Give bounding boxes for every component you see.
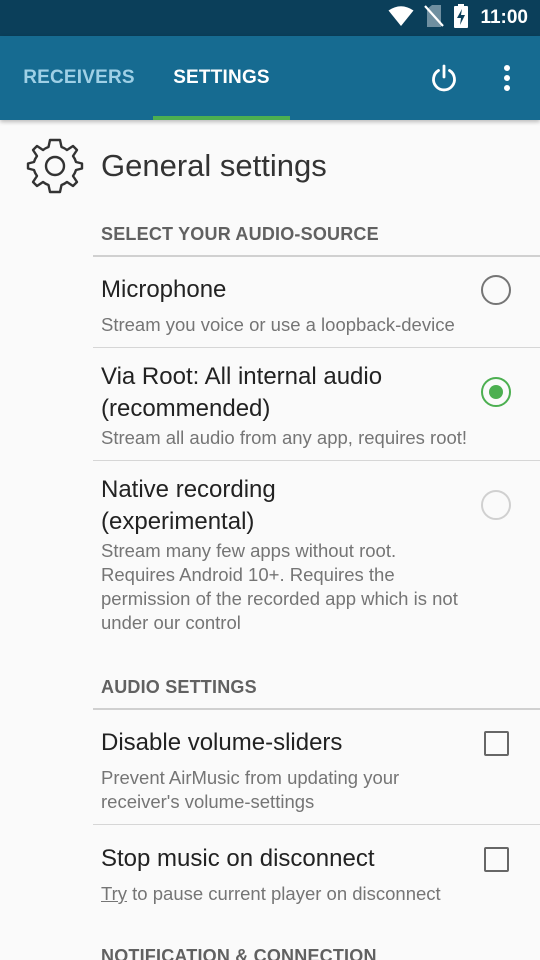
summary-rest: to pause current player on disconnect xyxy=(127,883,441,904)
status-time: 11:00 xyxy=(480,7,528,28)
pref-summary-native-line3: permission of the recorded app which is … xyxy=(101,588,458,609)
pref-summary-disable-volume-line1: Prevent AirMusic from updating your xyxy=(101,767,400,788)
pref-title-native-line1: Native recording xyxy=(101,476,276,503)
pref-summary-native-line1: Stream many few apps without root. xyxy=(101,540,397,561)
tab-indicator xyxy=(153,116,290,120)
power-icon xyxy=(432,64,456,92)
power-button[interactable] xyxy=(424,58,464,98)
gear-icon xyxy=(26,138,84,194)
pref-title-stop-music: Stop music on disconnect xyxy=(101,845,375,872)
checkbox-stop-music[interactable] xyxy=(484,847,509,872)
pref-title-microphone: Microphone xyxy=(101,276,227,303)
pref-summary-via-root: Stream all audio from any app, requires … xyxy=(101,427,468,448)
category-audio-source: SELECT YOUR AUDIO-SOURCE xyxy=(101,224,379,244)
radio-via-root[interactable] xyxy=(481,377,511,407)
status-bar: 11:00 xyxy=(0,0,540,36)
pref-summary-microphone: Stream you voice or use a loopback-devic… xyxy=(101,314,455,335)
wifi-icon xyxy=(388,5,414,32)
divider xyxy=(93,255,540,257)
status-icons: 11:00 xyxy=(388,3,528,33)
pref-summary-stop-music: Try to pause current player on disconnec… xyxy=(101,882,521,906)
checkbox-disable-volume-sliders[interactable] xyxy=(484,731,509,756)
pref-summary-native-line2: Requires Android 10+. Requires the xyxy=(101,564,395,585)
pref-title-disable-volume: Disable volume-sliders xyxy=(101,729,343,756)
pref-title-via-root-line2: (recommended) xyxy=(101,395,271,422)
category-audio-settings: AUDIO SETTINGS xyxy=(101,677,257,697)
pref-title-native-line2: (experimental) xyxy=(101,508,255,535)
app-bar: RECEIVERS SETTINGS xyxy=(0,36,540,120)
radio-microphone[interactable] xyxy=(481,275,511,305)
divider xyxy=(93,708,540,710)
summary-word-try: Try xyxy=(101,883,128,904)
more-vert-icon xyxy=(504,65,510,91)
battery-charging-icon xyxy=(454,3,469,33)
radio-native-recording[interactable] xyxy=(481,490,511,520)
tab-settings[interactable]: SETTINGS xyxy=(153,36,290,120)
pref-title-via-root-line1: Via Root: All internal audio xyxy=(101,363,383,390)
more-options-button[interactable] xyxy=(487,58,527,98)
general-settings-header xyxy=(26,136,84,196)
tab-receivers[interactable]: RECEIVERS xyxy=(0,36,158,120)
pref-summary-native-line4: under our control xyxy=(101,612,241,633)
general-settings-title: General settings xyxy=(101,148,327,183)
no-sim-icon xyxy=(424,4,445,33)
pref-summary-disable-volume-line2: receiver's volume-settings xyxy=(101,791,315,812)
category-notification: NOTIFICATION & CONNECTION xyxy=(101,946,377,960)
